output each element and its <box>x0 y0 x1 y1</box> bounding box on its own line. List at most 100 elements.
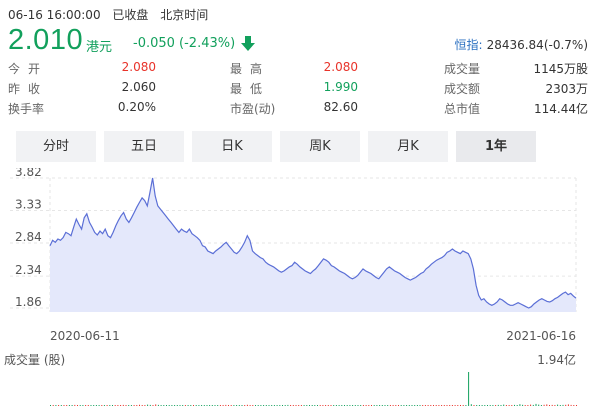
volume-bar <box>198 405 200 406</box>
volume-bar <box>166 405 167 406</box>
volume-bar <box>341 405 343 406</box>
volume-bar <box>265 405 267 406</box>
volume-bar <box>403 405 405 406</box>
volume-bar <box>567 404 569 406</box>
stat-label: 总市值 <box>444 102 481 116</box>
x-tick-label-end: 2021-06-16 <box>506 329 576 343</box>
volume-bar <box>171 405 173 406</box>
index-info[interactable]: 恒指: 28436.84(-0.7%) <box>455 36 588 53</box>
volume-bar <box>55 405 57 406</box>
tab-daily-k[interactable]: 日K <box>192 131 272 162</box>
volume-bar <box>376 405 378 406</box>
index-name[interactable]: 恒指: <box>455 38 483 52</box>
volume-bar <box>257 405 259 406</box>
volume-bar <box>576 405 577 406</box>
volume-bar <box>246 404 248 406</box>
tab-five-day[interactable]: 五日 <box>104 131 184 162</box>
price-chart[interactable]: 3.82 3.33 2.84 2.34 1.86 2020-06-11 2021-06-… <box>0 168 596 410</box>
volume-bar <box>279 405 281 406</box>
down-arrow-icon <box>241 36 255 51</box>
volume-bar <box>50 405 51 406</box>
volume-bar <box>184 405 186 406</box>
volume-bar <box>268 405 270 406</box>
volume-bar <box>379 405 381 406</box>
volume-bar <box>195 405 197 406</box>
volume-bar <box>225 404 227 406</box>
volume-bar <box>540 405 542 406</box>
volume-bar <box>500 405 502 406</box>
volume-bar <box>522 404 524 406</box>
volume-bar <box>79 405 81 406</box>
volume-bar <box>414 405 416 406</box>
tab-intraday[interactable]: 分时 <box>16 131 96 162</box>
stat-label: 昨收 <box>8 82 49 96</box>
volume-bar <box>144 405 146 406</box>
stat-label: 市盈(动) <box>230 102 276 116</box>
volume-bar <box>435 405 437 406</box>
volume-bar <box>333 405 335 406</box>
volume-bar <box>535 403 537 406</box>
stat-value: 1.990 <box>323 80 358 94</box>
volume-bar <box>573 405 575 406</box>
volume-bar <box>446 405 448 406</box>
volume-bar <box>176 405 178 406</box>
volume-bar <box>260 405 262 406</box>
volume-bar <box>314 405 316 406</box>
volume-bar <box>114 405 116 406</box>
volume-bar <box>449 405 451 406</box>
volume-bar <box>476 405 478 406</box>
volume-bar <box>141 405 143 406</box>
volume-bar <box>228 405 229 406</box>
volume-bar <box>497 404 499 406</box>
market-status: 已收盘 <box>112 8 149 22</box>
stat-value: 2.080 <box>323 60 358 74</box>
volume-bar <box>335 405 337 406</box>
volume-bar <box>214 405 216 406</box>
volume-bar <box>241 405 243 406</box>
y-axis-ticks: 3.82 3.33 2.84 2.34 1.86 <box>15 168 42 309</box>
stat-value: 2303万 <box>545 82 588 96</box>
volume-bar <box>411 405 413 406</box>
y-tick-label: 2.84 <box>15 230 42 244</box>
volume-bar <box>570 404 572 406</box>
volume-bar <box>473 405 475 406</box>
volume-bar <box>519 404 521 406</box>
volume-bar <box>311 405 313 406</box>
tab-weekly-k[interactable]: 周K <box>280 131 360 162</box>
volume-bar <box>238 405 240 406</box>
volume-bar <box>282 405 283 406</box>
volume-bar <box>398 405 399 406</box>
volume-bar <box>273 405 275 406</box>
tab-monthly-k[interactable]: 月K <box>368 131 448 162</box>
volume-bar <box>511 405 513 406</box>
volume-bar <box>427 405 429 406</box>
volume-bar <box>230 405 232 406</box>
volume-bar <box>190 405 192 406</box>
volume-bar <box>549 405 550 406</box>
volume-bar <box>557 404 559 406</box>
volume-bar <box>524 405 526 406</box>
volume-bar <box>360 405 362 406</box>
volume-bar <box>408 405 410 406</box>
volume-bar <box>136 405 138 406</box>
volume-bar <box>430 405 432 406</box>
volume-bar <box>481 405 483 406</box>
volume-bar <box>538 404 540 406</box>
volume-bar <box>174 405 176 406</box>
volume-bar <box>276 405 278 406</box>
volume-bar <box>319 405 321 406</box>
volume-bar <box>508 405 510 406</box>
volume-bar <box>468 372 470 406</box>
volume-bar <box>344 405 345 406</box>
volume-bar <box>492 405 494 406</box>
volume-bar <box>352 405 354 406</box>
volume-bar <box>416 405 418 406</box>
volume-bar <box>562 404 564 406</box>
volume-bar <box>443 405 445 406</box>
volume-bar <box>325 405 327 406</box>
volume-bar <box>130 405 132 406</box>
volume-bar <box>395 405 397 406</box>
volume-bar <box>422 405 424 406</box>
tab-one-year[interactable]: 1年 <box>456 131 536 162</box>
volume-bar <box>236 405 238 406</box>
